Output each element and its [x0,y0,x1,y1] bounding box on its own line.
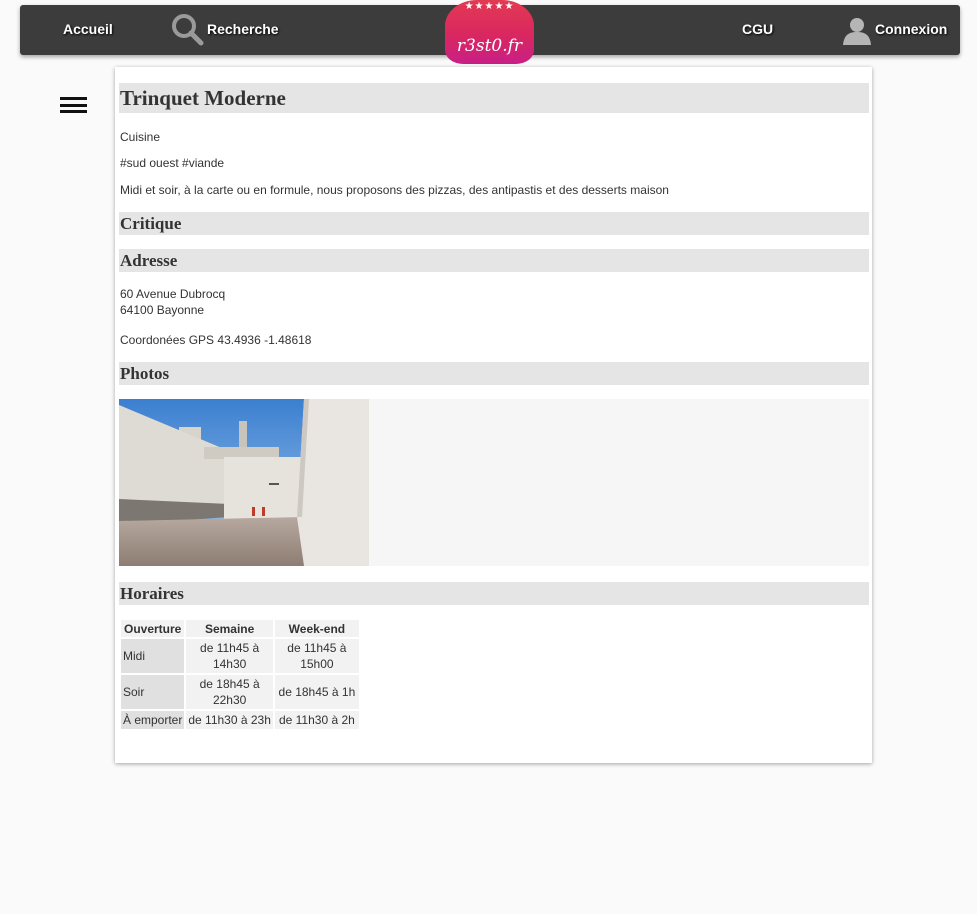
table-row: Midi de 11h45 à 14h30 de 11h45 à 15h00 [121,639,359,673]
row-label-midi: Midi [121,639,185,673]
header-ouverture: Ouverture [121,620,185,637]
nav-search-label: Recherche [207,21,279,37]
header-semaine: Semaine [186,620,273,637]
logo-stars-icon: ★★★★★ [464,1,515,12]
nav-login-label: Connexion [875,21,948,37]
restaurant-category: Cuisine [120,130,161,144]
trinquet-court-image [119,399,369,566]
address-city: 64100 Bayonne [120,303,205,317]
nav-cgu-link[interactable]: CGU [742,5,773,55]
restaurant-title: Trinquet Moderne [119,83,869,113]
photo-gallery [119,399,869,566]
section-horaires-heading: Horaires [119,582,869,605]
table-row: À emporter de 11h30 à 23h de 11h30 à 2h [121,711,359,729]
restaurant-description: Midi et soir, à la carte ou en formule, … [120,183,669,197]
restaurant-card: Trinquet Moderne Cuisine #sud ouest #via… [115,67,872,763]
logo-text: r3st0.fr [456,36,523,56]
user-icon [843,18,871,45]
site-logo[interactable]: ★★★★★ r3st0.fr [445,0,534,64]
section-adresse-heading: Adresse [119,249,869,272]
header-weekend: Week-end [274,620,359,637]
row-label-soir: Soir [121,675,185,709]
soir-week-hours: de 18h45 à 22h30 [186,675,273,709]
emporter-weekend-hours: de 11h30 à 2h [274,711,359,729]
table-header-row: Ouverture Semaine Week-end [121,620,359,637]
hamburger-menu-icon[interactable] [60,97,87,117]
address-gps: Coordonées GPS 43.4936 -1.48618 [120,333,312,347]
opening-hours-table: Ouverture Semaine Week-end Midi de 11h45… [119,618,361,731]
midi-week-hours: de 11h45 à 14h30 [186,639,273,673]
section-photos-heading: Photos [119,362,869,385]
search-icon [172,14,204,46]
restaurant-tags: #sud ouest #viande [120,156,225,170]
row-label-emporter: À emporter [121,711,185,729]
emporter-week-hours: de 11h30 à 23h [186,711,273,729]
nav-login-link[interactable]: Connexion [842,5,947,55]
restaurant-photo[interactable] [119,399,369,566]
table-row: Soir de 18h45 à 22h30 de 18h45 à 1h [121,675,359,709]
nav-search-link[interactable]: Recherche [170,5,279,55]
midi-weekend-hours: de 11h45 à 15h00 [274,639,359,673]
address-street: 60 Avenue Dubrocq [120,287,226,301]
nav-home-link[interactable]: Accueil [63,5,113,55]
section-critique-heading: Critique [119,212,869,235]
soir-weekend-hours: de 18h45 à 1h [274,675,359,709]
